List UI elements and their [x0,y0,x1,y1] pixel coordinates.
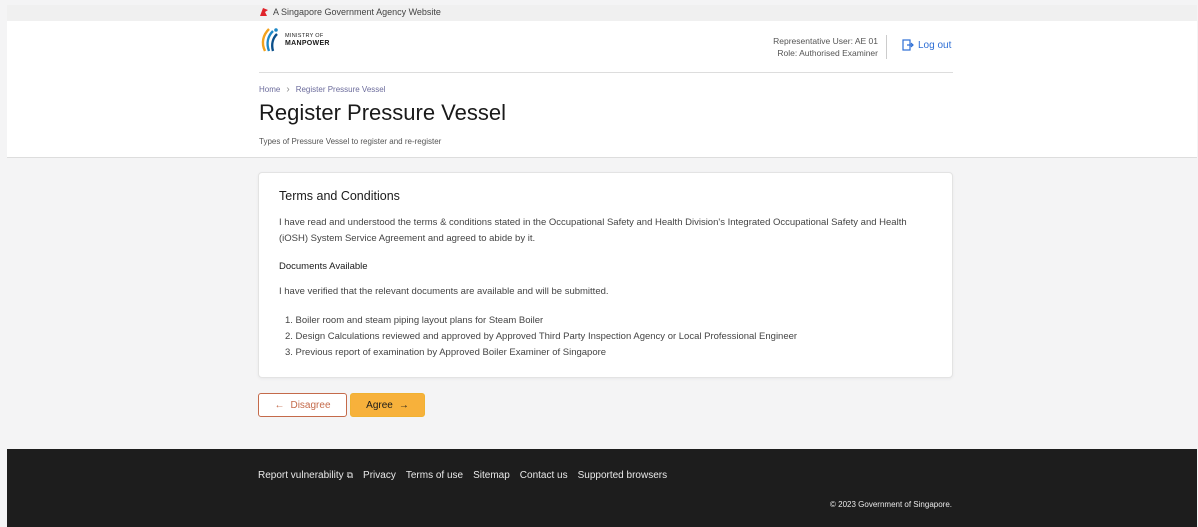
footer-link-label: Report vulnerability [258,470,344,481]
terms-card: Terms and Conditions I have read and und… [258,172,953,378]
footer-links: Report vulnerability ⧉ Privacy Terms of u… [258,470,667,481]
logout-button[interactable]: Log out [902,39,951,51]
page-title: Register Pressure Vessel [259,100,506,125]
list-item: 3. Previous report of examination by App… [285,347,607,358]
agree-button[interactable]: Agree → [350,393,425,417]
documents-list: 1. Boiler room and steam piping layout p… [285,313,797,361]
gov-masthead-text: A Singapore Government Agency Website [273,7,441,17]
copyright-text: © 2023 Government of Singapore. [830,500,952,509]
logout-icon [902,39,914,51]
footer-link-privacy[interactable]: Privacy [363,470,396,481]
terms-text: I have read and understood the terms & c… [279,217,907,244]
terms-title: Terms and Conditions [279,189,400,203]
external-link-icon: ⧉ [346,470,354,480]
mom-logo[interactable]: MINISTRY OF MANPOWER [259,27,330,53]
chevron-right-icon: › [286,84,290,95]
footer-link-contact[interactable]: Contact us [520,470,568,481]
rep-user-text: Representative User: AE 01 [773,36,878,46]
site-footer: Report vulnerability ⧉ Privacy Terms of u… [7,449,1197,527]
breadcrumb: Home › Register Pressure Vessel [259,84,386,95]
footer-link-sitemap[interactable]: Sitemap [473,470,510,481]
header-divider [259,72,953,73]
list-item: 2. Design Calculations reviewed and appr… [285,331,798,342]
role-text: Role: Authorised Examiner [777,48,878,58]
footer-link-report-vulnerability[interactable]: Report vulnerability ⧉ [258,470,353,481]
site-header: MINISTRY OF MANPOWER Representative User… [7,21,1197,158]
user-info: Representative User: AE 01 Role: Authori… [773,35,887,59]
logo-line-1: MINISTRY OF [285,33,324,39]
footer-link-browsers[interactable]: Supported browsers [578,470,668,481]
logout-label: Log out [918,39,952,51]
docs-text: I have verified that the relevant docume… [279,286,609,297]
disagree-button[interactable]: ← Disagree [258,393,347,417]
breadcrumb-current: Register Pressure Vessel [295,85,386,94]
arrow-right-icon: → [398,399,409,411]
arrow-left-icon: ← [274,399,285,411]
disagree-label: Disagree [290,399,331,411]
logo-line-2: MANPOWER [285,40,330,47]
page-subtitle: Types of Pressure Vessel to register and… [259,137,442,146]
mom-logo-icon [261,28,278,52]
footer-link-terms[interactable]: Terms of use [406,470,463,481]
agree-label: Agree [366,399,393,411]
docs-heading: Documents Available [279,261,368,272]
gov-masthead: A Singapore Government Agency Website [7,5,1197,21]
list-item: 1. Boiler room and steam piping layout p… [285,315,544,326]
breadcrumb-home[interactable]: Home [259,85,280,94]
singapore-lion-icon [260,8,268,16]
